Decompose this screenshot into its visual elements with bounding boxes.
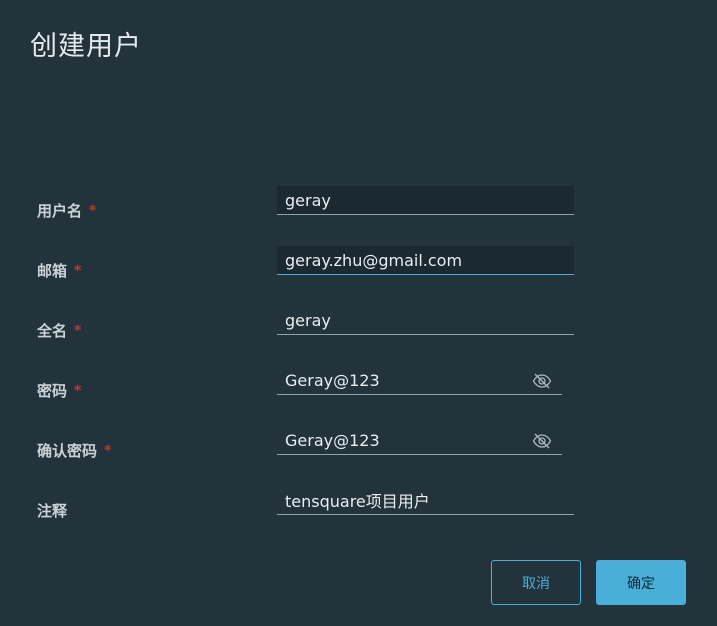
dialog-title: 创建用户 [30, 31, 142, 62]
email-field-wrapper [277, 246, 574, 275]
username-input[interactable] [277, 186, 574, 214]
required-marker: * [74, 322, 82, 339]
eye-slash-icon[interactable] [532, 433, 552, 449]
username-label-text: 用户名 [37, 202, 83, 220]
confirm-password-input[interactable] [277, 426, 562, 454]
password-label: 密码 * [37, 380, 81, 401]
password-input[interactable] [277, 366, 562, 394]
eye-slash-icon[interactable] [532, 373, 552, 389]
email-label: 邮箱 * [37, 260, 81, 281]
fullname-field-wrapper [277, 306, 574, 335]
email-label-text: 邮箱 [37, 262, 68, 280]
fullname-label-text: 全名 [37, 322, 68, 340]
ok-button[interactable]: 确定 [596, 560, 686, 605]
comment-label: 注释 [37, 500, 67, 521]
fullname-input[interactable] [277, 306, 574, 334]
comment-input[interactable] [277, 486, 574, 514]
form-row-email: 邮箱 * [0, 246, 717, 298]
confirm-password-field-wrapper [277, 426, 562, 455]
form-row-comment: 注释 [0, 486, 717, 538]
cancel-button[interactable]: 取消 [491, 560, 581, 605]
username-label: 用户名 * [37, 200, 96, 221]
required-marker: * [74, 262, 82, 279]
comment-label-text: 注释 [37, 502, 68, 520]
form-row-confirm-password: 确认密码 * [0, 426, 717, 478]
comment-field-wrapper [277, 486, 574, 515]
required-marker: * [89, 202, 97, 219]
email-input[interactable] [277, 246, 574, 274]
password-field-wrapper [277, 366, 562, 395]
password-label-text: 密码 [37, 382, 68, 400]
required-marker: * [104, 442, 112, 459]
fullname-label: 全名 * [37, 320, 81, 341]
username-field-wrapper [277, 186, 574, 215]
confirm-password-label: 确认密码 * [37, 440, 111, 461]
form-row-password: 密码 * [0, 366, 717, 418]
form-row-username: 用户名 * [0, 186, 717, 238]
required-marker: * [74, 382, 82, 399]
create-user-dialog: 创建用户 用户名 * 邮箱 * 全名 * 密码 * [0, 0, 717, 626]
form-row-fullname: 全名 * [0, 306, 717, 358]
confirm-password-label-text: 确认密码 [37, 442, 98, 460]
